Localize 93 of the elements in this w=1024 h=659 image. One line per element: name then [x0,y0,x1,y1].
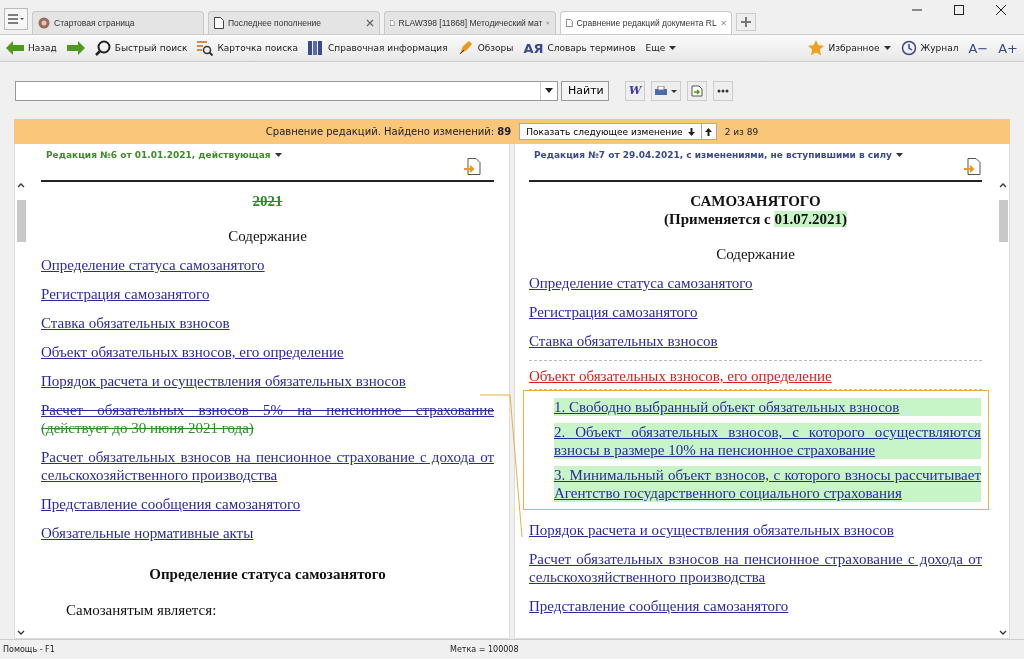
up-arrow-icon [705,127,713,136]
edition-dropdown[interactable]: Редакция №7 от 29.04.2021, с изменениями, не вступившими в силу [534,150,903,160]
scroll-up-icon[interactable] [999,183,1007,188]
back-arrow-icon [6,41,24,55]
toolbar-button[interactable]: Обзоры [457,40,514,56]
toolbar-button[interactable]: Журнал [900,40,959,56]
find-button[interactable]: Найти [561,80,609,101]
document-arrow-icon [691,84,704,97]
contents-link[interactable]: Представление сообщения самозанятого [41,495,494,513]
toolbar-button[interactable]: A+ [998,40,1018,56]
change-position-text: 2 из 89 [724,126,759,137]
contents-link[interactable]: Представление сообщения самозанятого [529,597,982,615]
contents-link[interactable]: Объект обязательных взносов, его определение [41,343,494,361]
contents-heading: Содержание [715,245,796,263]
star-icon [808,40,825,56]
document-title: (Применяется с 01.07.2021) [663,210,848,228]
added-contents-link[interactable]: 3. Минимальный объект взносов, с которого взносы рассчитывает Агентство государственного социального страхования [554,466,981,502]
down-arrow-icon [687,127,695,136]
next-change-button[interactable]: Показать следующее изменение [519,123,702,140]
toolbar-button[interactable]: A− [968,40,989,56]
contents-link[interactable]: Порядок расчета и осуществления обязательных взносов [529,521,982,539]
document-tab[interactable]: Стартовая страница [32,11,204,34]
caret-icon [895,153,903,157]
document-title: САМОЗАНЯТОГО [689,192,822,210]
contents-link[interactable]: Регистрация самозанятого [529,303,982,321]
toolbar-button[interactable]: Еще [645,43,677,53]
help-hint-text: Помощь - F1 [2,645,56,654]
scrollbar-thumb[interactable] [16,200,26,242]
caret-icon [669,46,677,50]
contents-link[interactable]: Определение статуса самозанятого [41,256,494,274]
alphabet-icon: АЯ [523,40,544,56]
contents-link[interactable]: Порядок расчета и осуществления обязательных взносов [41,372,494,390]
menu-icon [7,13,25,25]
print-button[interactable] [651,80,682,101]
maximize-icon[interactable] [954,5,964,15]
globe-icon [38,17,50,29]
scroll-up-icon[interactable] [17,183,25,188]
search-field[interactable] [15,80,558,101]
toolbar-button[interactable]: Назад [6,41,57,55]
document-tab[interactable]: RLAW398 [11868] Методический мат [384,11,556,34]
toolbar-button[interactable]: Справочная информация [308,40,448,56]
forward-button[interactable] [66,41,85,55]
mark-text: Метка = 100008 [450,645,519,654]
changed-contents-link[interactable]: Объект обязательных взносов, его определение [529,367,982,385]
document-icon [390,17,395,29]
plus-icon [740,16,752,28]
paragraph-text: Самозанятым является: [65,601,218,619]
toolbar-button[interactable]: Карточка поиска [197,40,299,56]
contents-link[interactable]: Расчет обязательных взносов на пенсионное страхование с дохода от сельскохозяйственного производства [529,550,982,586]
close-icon[interactable] [996,5,1006,15]
scrollbar-thumb[interactable] [998,200,1008,242]
document-tab[interactable]: Последнее пополнение [208,11,380,34]
export-button[interactable] [687,80,708,101]
close-tab-icon[interactable] [366,19,374,27]
contents-heading: Содержание [227,227,308,245]
toolbar-button[interactable]: Избранное [808,40,891,56]
added-contents-link[interactable]: 2. Объект обязательных взносов, с которого осуществляются взносы в размере 10% на пенсионное страхование [554,423,981,459]
books-icon [308,40,325,56]
changes-found-text: Сравнение редакций. Найдено изменений: 89 [265,126,512,137]
contents-link[interactable]: Обязательные нормативные акты [41,524,494,542]
section-heading: Определение статуса самозанятого [148,565,387,583]
document-icon [566,17,573,29]
document-title: 2021 [251,192,284,210]
deleted-contents-link[interactable]: Расчет обязательных взносов 5% на пенсионное страхование (действует до 30 июня 2021 года) [41,401,494,437]
scroll-down-icon[interactable] [17,630,25,635]
printer-icon [655,85,678,96]
close-tab-icon[interactable] [720,19,726,27]
contents-link[interactable]: Определение статуса самозанятого [529,274,982,292]
search-icon [94,40,111,56]
word-export-button[interactable]: W [625,80,646,101]
contents-link[interactable]: Расчет обязательных взносов на пенсионное страхование с дохода от сельскохозяйственного производства [41,448,494,484]
forward-arrow-icon [66,41,85,55]
app-menu-button[interactable] [4,8,28,30]
dropdown-caret-icon [545,88,553,93]
more-button[interactable] [713,80,734,101]
scroll-down-icon[interactable] [999,630,1007,635]
added-contents-link[interactable]: 1. Свободно выбранный объект обязательных взносов [554,398,981,416]
contents-link[interactable]: Регистрация самозанятого [41,285,494,303]
export-document-icon[interactable] [964,158,981,175]
clock-icon [900,40,917,56]
caret-icon [274,153,282,157]
document-tab[interactable]: Сравнение редакций документа RL [560,11,732,34]
pen-icon [457,40,474,56]
toolbar-button[interactable]: Быстрый поиск [94,40,188,56]
toolbar-button[interactable]: АЯ Словарь терминов [523,40,636,56]
new-tab-button[interactable] [736,13,756,31]
edition-dropdown[interactable]: Редакция №6 от 01.01.2021, действующая [46,150,282,160]
contents-link[interactable]: Ставка обязательных взносов [41,314,494,332]
contents-link[interactable]: Ставка обязательных взносов [529,332,982,350]
document-icon [214,17,224,29]
export-document-icon[interactable] [464,158,481,175]
more-icon [717,88,730,93]
list-magnifier-icon [197,40,214,56]
